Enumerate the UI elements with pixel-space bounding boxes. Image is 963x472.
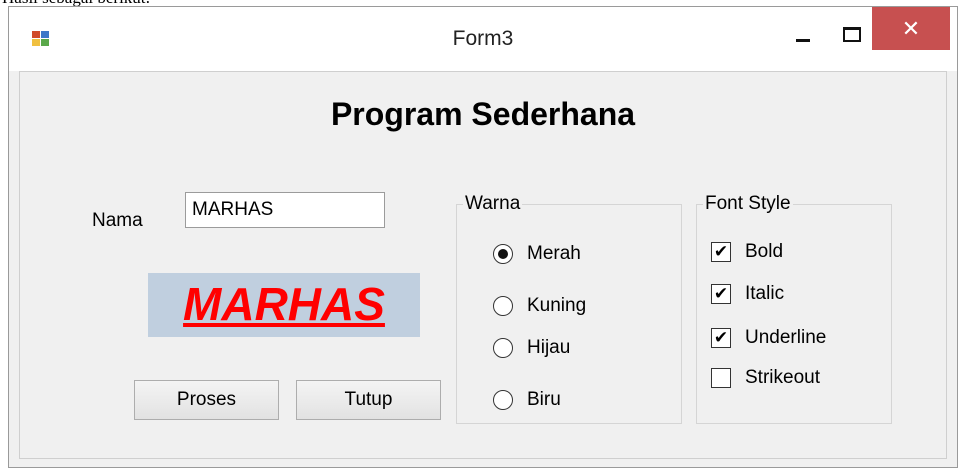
close-icon: ✕ bbox=[901, 16, 921, 41]
checkbox-label-italic: Italic bbox=[745, 283, 785, 304]
nama-input[interactable]: MARHAS bbox=[185, 192, 385, 228]
checkbox-bold[interactable]: ✔ bbox=[711, 242, 731, 262]
form-heading: Program Sederhana bbox=[330, 96, 636, 132]
warna-group: Warna Merah Kuning Hijau Biru bbox=[456, 193, 682, 424]
radio-option-hijau[interactable]: Hijau bbox=[457, 337, 677, 363]
title-bar[interactable]: Form3 ✕ bbox=[9, 7, 957, 71]
radio-label-kuning: Kuning bbox=[527, 295, 587, 316]
font-style-group-title: Font Style bbox=[703, 193, 793, 215]
tutup-button[interactable]: Tutup bbox=[296, 380, 441, 420]
radio-label-biru: Biru bbox=[527, 389, 561, 410]
form3-window: Form3 ✕ Program Sederhana Nama MARHAS MA… bbox=[8, 6, 958, 468]
nama-label: Nama bbox=[92, 210, 143, 231]
radio-merah[interactable] bbox=[493, 244, 513, 264]
checkbox-option-underline[interactable]: ✔ Underline bbox=[697, 327, 887, 353]
checkbox-label-strikeout: Strikeout bbox=[745, 367, 820, 388]
checkbox-underline[interactable]: ✔ bbox=[711, 328, 731, 348]
minimize-icon bbox=[796, 39, 810, 42]
radio-label-hijau: Hijau bbox=[527, 337, 571, 358]
radio-option-merah[interactable]: Merah bbox=[457, 243, 677, 269]
checkbox-italic[interactable]: ✔ bbox=[711, 284, 731, 304]
maximize-button[interactable] bbox=[831, 15, 871, 55]
radio-hijau[interactable] bbox=[493, 338, 513, 358]
radio-option-kuning[interactable]: Kuning bbox=[457, 295, 677, 321]
display-label: MARHAS bbox=[148, 273, 420, 337]
checkbox-label-underline: Underline bbox=[745, 327, 827, 348]
radio-option-biru[interactable]: Biru bbox=[457, 389, 677, 415]
radio-biru[interactable] bbox=[493, 390, 513, 410]
checkbox-option-bold[interactable]: ✔ Bold bbox=[697, 241, 887, 267]
checkbox-strikeout[interactable] bbox=[711, 368, 731, 388]
radio-label-merah: Merah bbox=[527, 243, 581, 264]
checkbox-option-strikeout[interactable]: Strikeout bbox=[697, 367, 887, 393]
minimize-button[interactable] bbox=[783, 15, 823, 55]
radio-kuning[interactable] bbox=[493, 296, 513, 316]
close-button[interactable]: ✕ bbox=[872, 7, 950, 50]
font-style-group: Font Style ✔ Bold ✔ Italic ✔ Underline S… bbox=[696, 193, 892, 424]
checkbox-option-italic[interactable]: ✔ Italic bbox=[697, 283, 887, 309]
warna-group-title: Warna bbox=[463, 193, 523, 215]
maximize-icon bbox=[843, 27, 861, 42]
proses-button[interactable]: Proses bbox=[134, 380, 279, 420]
checkbox-label-bold: Bold bbox=[745, 241, 784, 262]
form-client-area: Program Sederhana Nama MARHAS MARHAS Pro… bbox=[19, 71, 947, 459]
